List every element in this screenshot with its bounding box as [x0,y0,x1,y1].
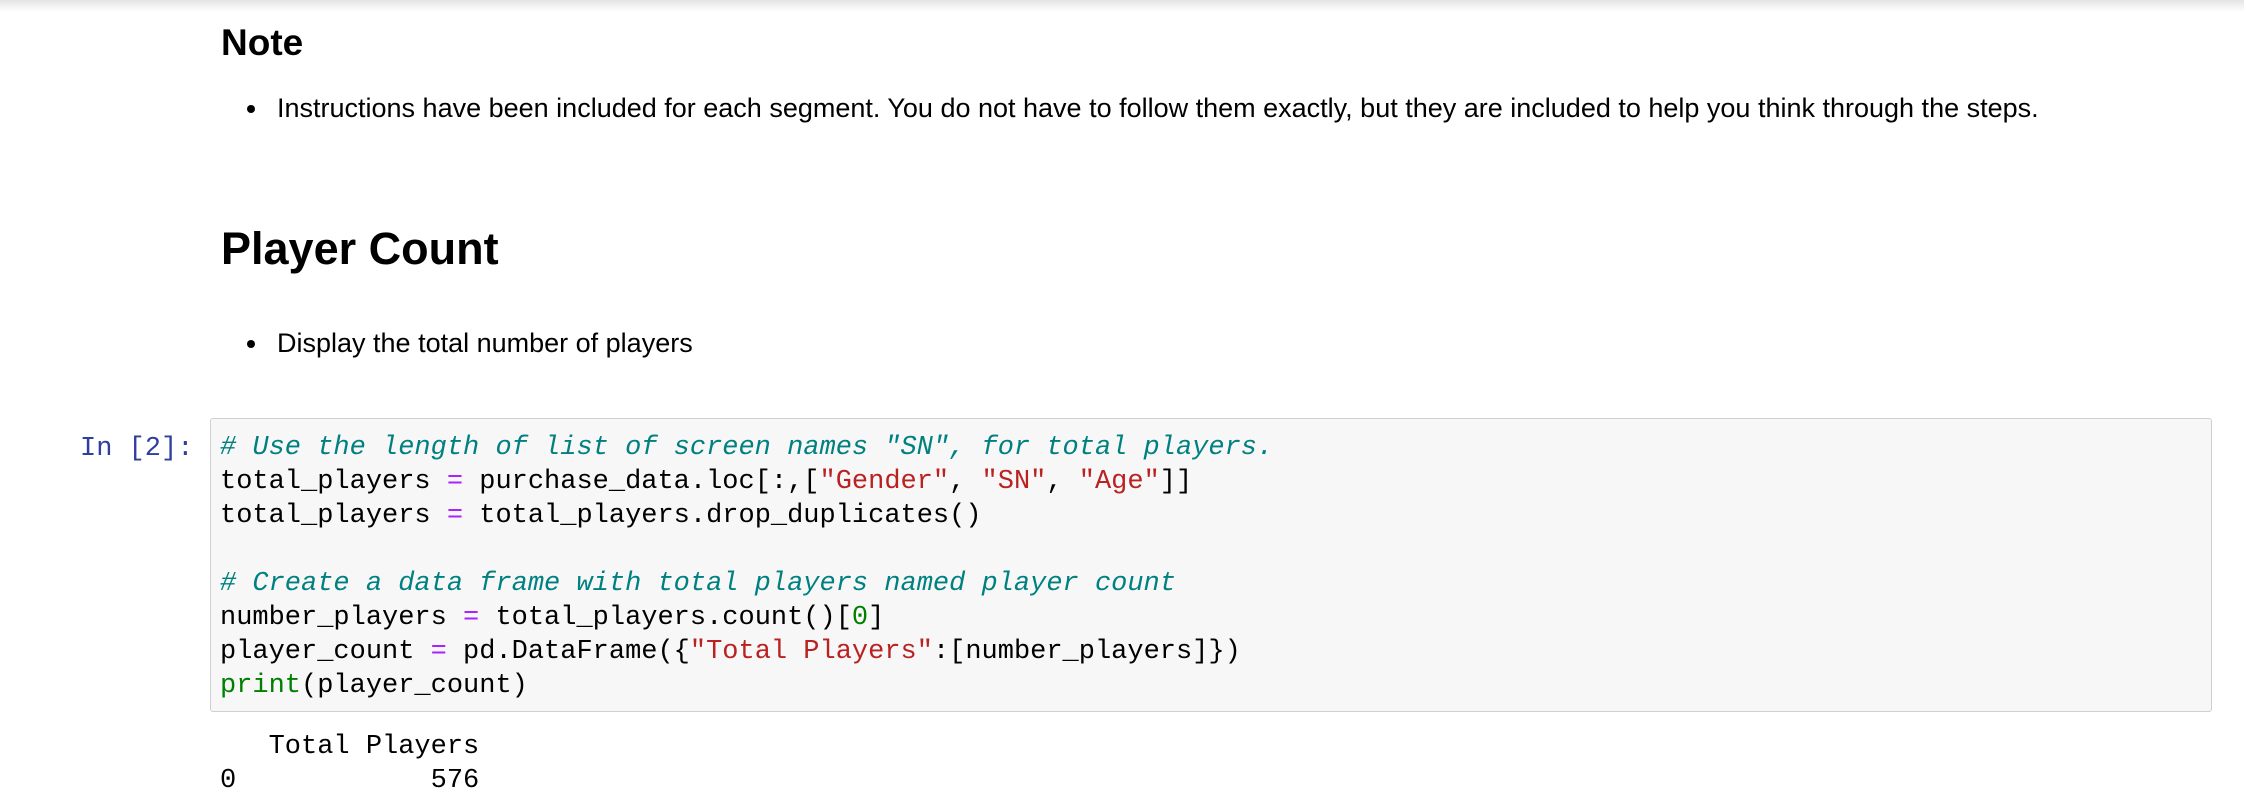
code-token: pd.DataFrame({ [446,637,690,667]
code-token: = [463,603,480,633]
code-token: (player_count) [301,671,528,701]
code-token: "Total Players" [689,637,933,667]
code-token: ] [868,603,885,633]
code-token: total_players.drop_duplicates() [463,501,982,531]
note-bullet-list: Instructions have been included for each… [221,90,2039,126]
cell-input-prompt: In [2]: [80,434,194,464]
code-cell-editor[interactable]: # Use the length of list of screen names… [210,418,2212,712]
output-line: 0 576 [220,766,480,796]
note-bullet-item: Instructions have been included for each… [247,90,2039,126]
player-count-bullet-item: Display the total number of players [247,325,693,361]
code-token: number_players [220,603,464,633]
code-token: "Gender" [819,467,950,497]
code-token: total_players [220,501,447,531]
code-token: "Age" [1078,467,1160,497]
code-line: # Use the length of list of screen names… [220,431,2202,465]
code-line: total_players = purchase_data.loc[:,["Ge… [220,465,2202,499]
code-line: player_count = pd.DataFrame({"Total Play… [220,635,2202,669]
code-token: = [446,501,464,531]
code-token: , [949,467,982,497]
code-token: = [430,637,447,667]
code-token: , [1046,467,1079,497]
code-token: = [446,467,464,497]
code-token: # Use the length of list of screen names… [220,433,1274,463]
code-content[interactable]: # Use the length of list of screen names… [220,431,2202,703]
code-token: # Create a data frame with total players… [220,569,1176,599]
code-token: player_count [220,637,431,667]
note-heading: Note [221,22,304,63]
player-count-bullet-list: Display the total number of players [221,325,693,361]
code-line: # Create a data frame with total players… [220,567,2202,601]
code-line: number_players = total_players.count()[0… [220,601,2202,635]
code-token: print [220,671,302,701]
code-token: total_players [220,467,447,497]
top-shadow [0,0,2244,12]
code-token: purchase_data.loc[:,[ [463,467,820,497]
code-line: print(player_count) [220,669,2202,703]
code-token: "SN" [981,467,1047,497]
cell-output: Total Players 0 576 [220,730,479,798]
code-token: total_players.count()[ [479,603,852,633]
code-token: ]] [1159,467,1193,497]
player-count-heading: Player Count [221,223,499,274]
output-text: Total Players 0 576 [220,730,479,798]
code-token: 0 [851,603,869,633]
code-token: :[number_players]}) [932,637,1241,667]
output-line: Total Players [220,732,480,762]
code-line: total_players = total_players.drop_dupli… [220,499,2202,533]
